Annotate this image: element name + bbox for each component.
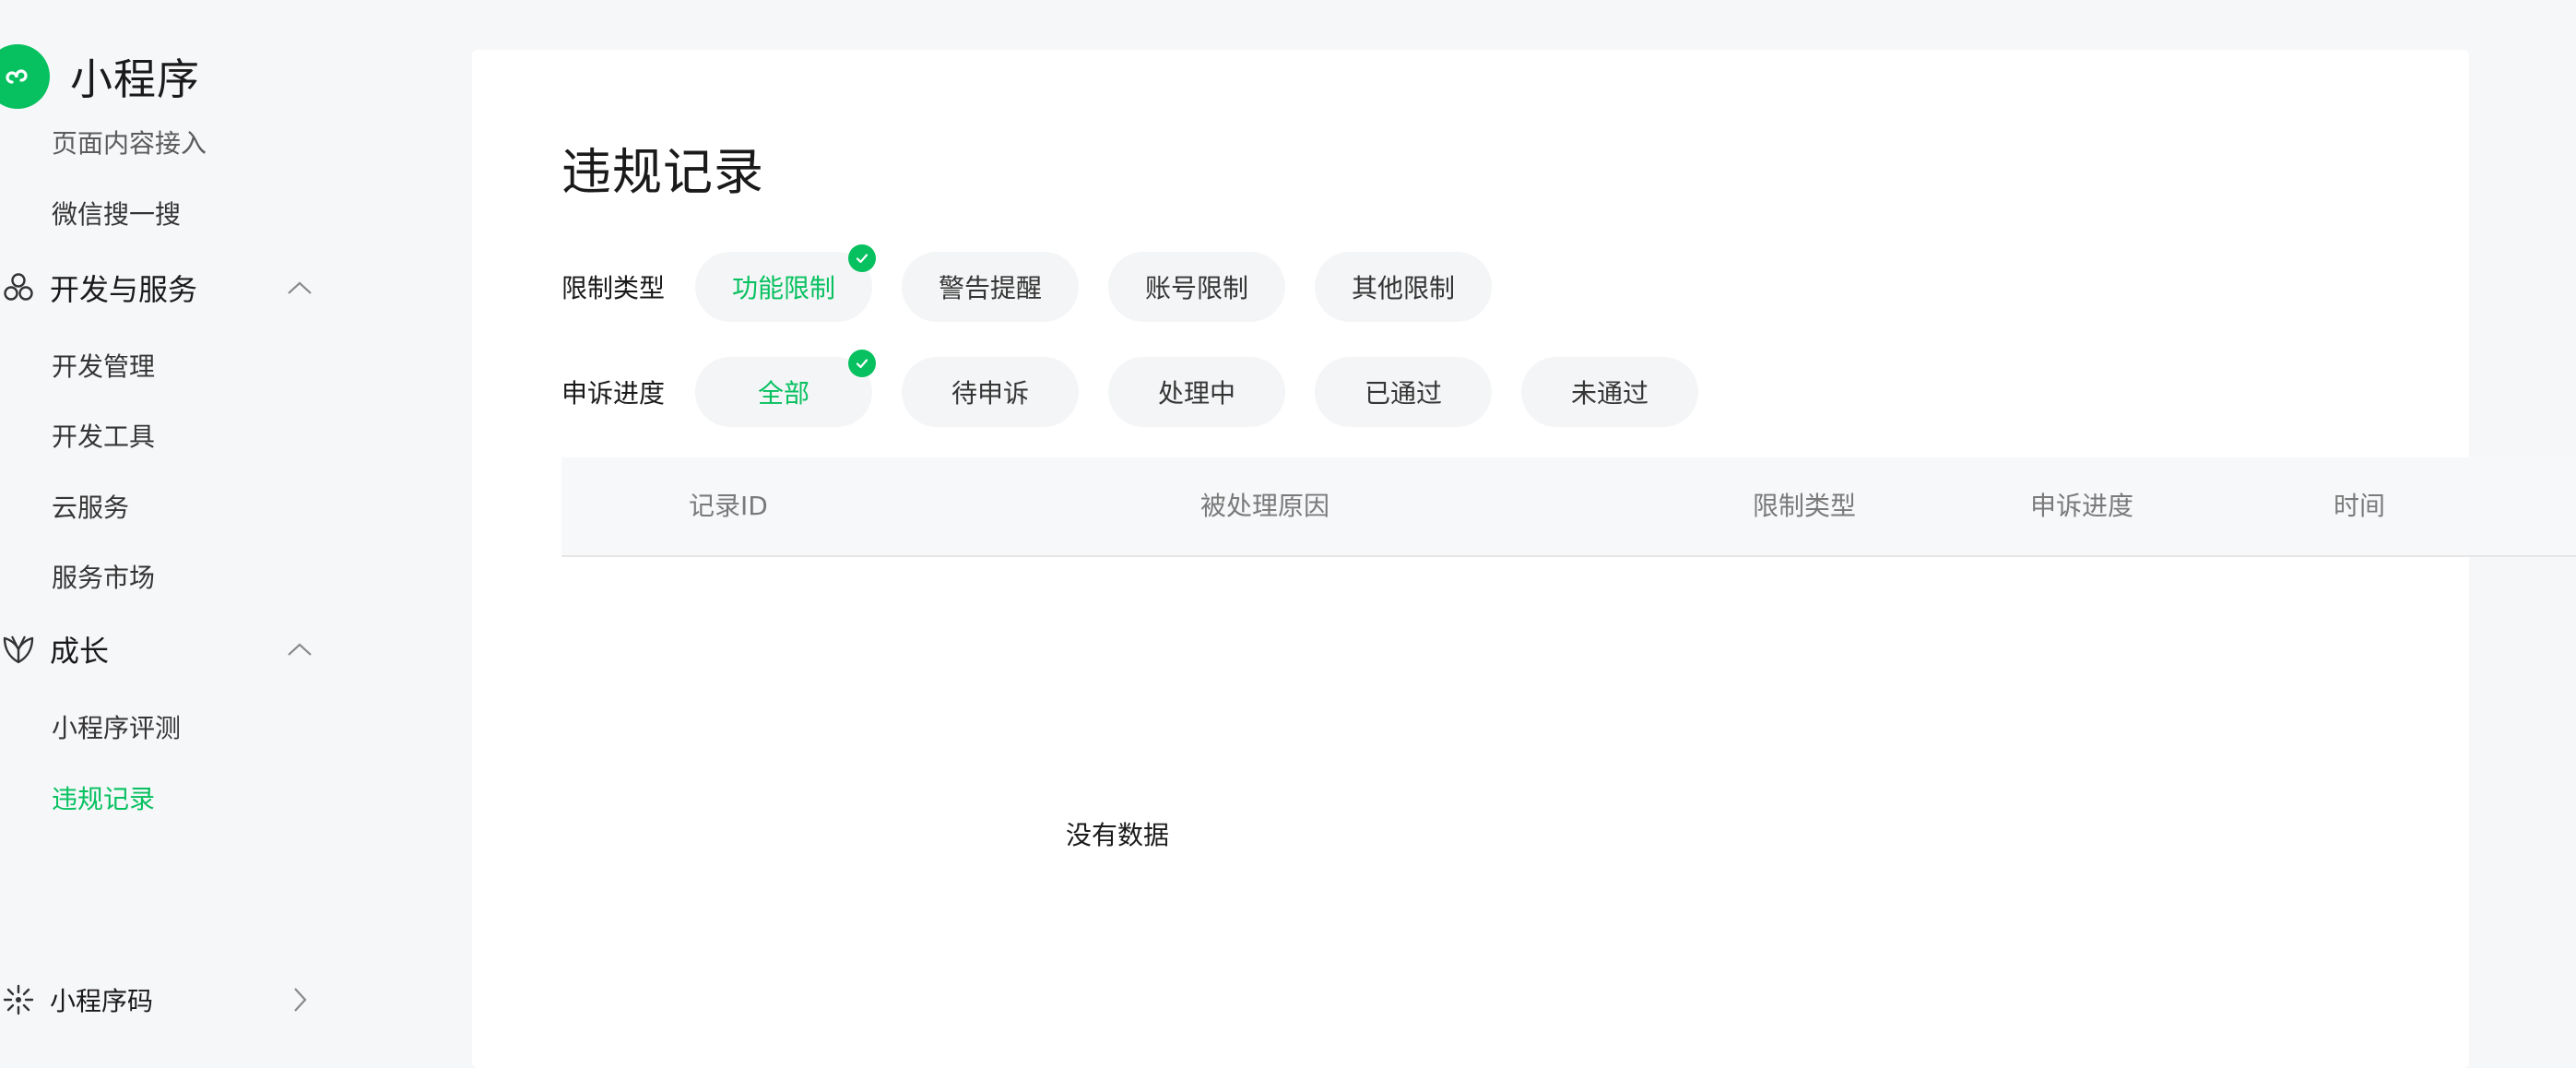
sidebar-group-label: 成长 [50, 634, 110, 669]
filter-label: 限制类型 [561, 273, 666, 303]
sidebar-item-page-content[interactable]: 页面内容接入 [52, 124, 207, 160]
dev-services-icon [0, 269, 37, 306]
chevron-up-icon[interactable] [286, 274, 313, 302]
brand-title: 小程序 [70, 54, 200, 104]
column-header-appeal-progress[interactable]: 申诉进度 [2030, 457, 2133, 555]
sidebar-group-label: 开发与服务 [50, 272, 198, 307]
filter-option-label: 处理中 [1157, 378, 1235, 409]
filter-option-processing[interactable]: 处理中 [1108, 357, 1285, 427]
sidebar-item-violation-records[interactable]: 违规记录 [52, 779, 155, 816]
page-title: 违规记录 [561, 143, 764, 201]
main-card: 违规记录 限制类型 功能限制 警告提醒 账号限制 其他限制 申诉进度 全部 待申… [472, 50, 2576, 1068]
filter-restriction-type: 限制类型 功能限制 警告提醒 账号限制 其他限制 [561, 244, 1521, 323]
sidebar-item-evaluation[interactable]: 小程序评测 [52, 708, 181, 745]
column-header-restriction-type[interactable]: 限制类型 [1753, 457, 1856, 555]
column-header-time[interactable]: 时间 [2334, 457, 2385, 555]
filter-option-approved[interactable]: 已通过 [1315, 357, 1492, 427]
sidebar-item-dev-management[interactable]: 开发管理 [52, 347, 155, 384]
sidebar-item-dev-tools[interactable]: 开发工具 [52, 417, 155, 454]
sidebar-item-qr-code[interactable]: 小程序码 [0, 972, 313, 1027]
miniprogram-logo-icon [0, 44, 50, 109]
sidebar-group-growth[interactable]: 成长 [0, 622, 313, 677]
filter-appeal-progress: 申诉进度 全部 待申诉 处理中 已通过 未通过 [561, 350, 1728, 428]
filter-option-function-restriction[interactable]: 功能限制 [695, 244, 876, 322]
filter-option-label: 已通过 [1364, 378, 1442, 409]
chevron-right-icon[interactable] [286, 986, 313, 1014]
check-icon [848, 350, 876, 377]
filter-option-all[interactable]: 全部 [695, 350, 876, 427]
filter-option-rejected[interactable]: 未通过 [1521, 357, 1698, 427]
qr-code-icon [0, 981, 37, 1018]
filter-option-label: 其他限制 [1351, 273, 1455, 303]
filter-option-label: 警告提醒 [938, 273, 1042, 303]
column-header-record-id[interactable]: 记录ID [689, 457, 768, 555]
chevron-up-icon[interactable] [286, 635, 313, 663]
filter-option-label: 全部 [757, 378, 809, 409]
growth-icon [0, 631, 37, 668]
filter-option-account-restriction[interactable]: 账号限制 [1108, 252, 1285, 322]
sidebar-group-dev[interactable]: 开发与服务 [0, 260, 313, 315]
table-header: 记录ID 被处理原因 限制类型 申诉进度 时间 [561, 457, 2576, 557]
sidebar-item-cloud-services[interactable]: 云服务 [52, 488, 129, 525]
filter-label: 申诉进度 [561, 378, 666, 409]
sidebar-item-service-market[interactable]: 服务市场 [52, 558, 155, 595]
column-header-reason[interactable]: 被处理原因 [1200, 457, 1329, 555]
sidebar-item-wechat-search[interactable]: 微信搜一搜 [52, 195, 181, 231]
check-icon [848, 244, 876, 272]
page: 小程序 页面内容接入 微信搜一搜 开发与服务 开发管理 开发工具 云服务 服务市… [0, 0, 2576, 1068]
filter-option-warning[interactable]: 警告提醒 [902, 252, 1079, 322]
sidebar: 小程序 页面内容接入 微信搜一搜 开发与服务 开发管理 开发工具 云服务 服务市… [0, 0, 369, 1068]
empty-state-text: 没有数据 [1065, 820, 1169, 850]
filter-option-other-restriction[interactable]: 其他限制 [1315, 252, 1492, 322]
filter-option-label: 账号限制 [1144, 273, 1248, 303]
filter-option-label: 待申诉 [951, 378, 1029, 409]
brand[interactable]: 小程序 [0, 42, 200, 111]
sidebar-item-label: 小程序码 [50, 986, 154, 1016]
filter-option-label: 未通过 [1570, 378, 1648, 409]
filter-option-pending-appeal[interactable]: 待申诉 [902, 357, 1079, 427]
filter-option-label: 功能限制 [731, 273, 835, 303]
